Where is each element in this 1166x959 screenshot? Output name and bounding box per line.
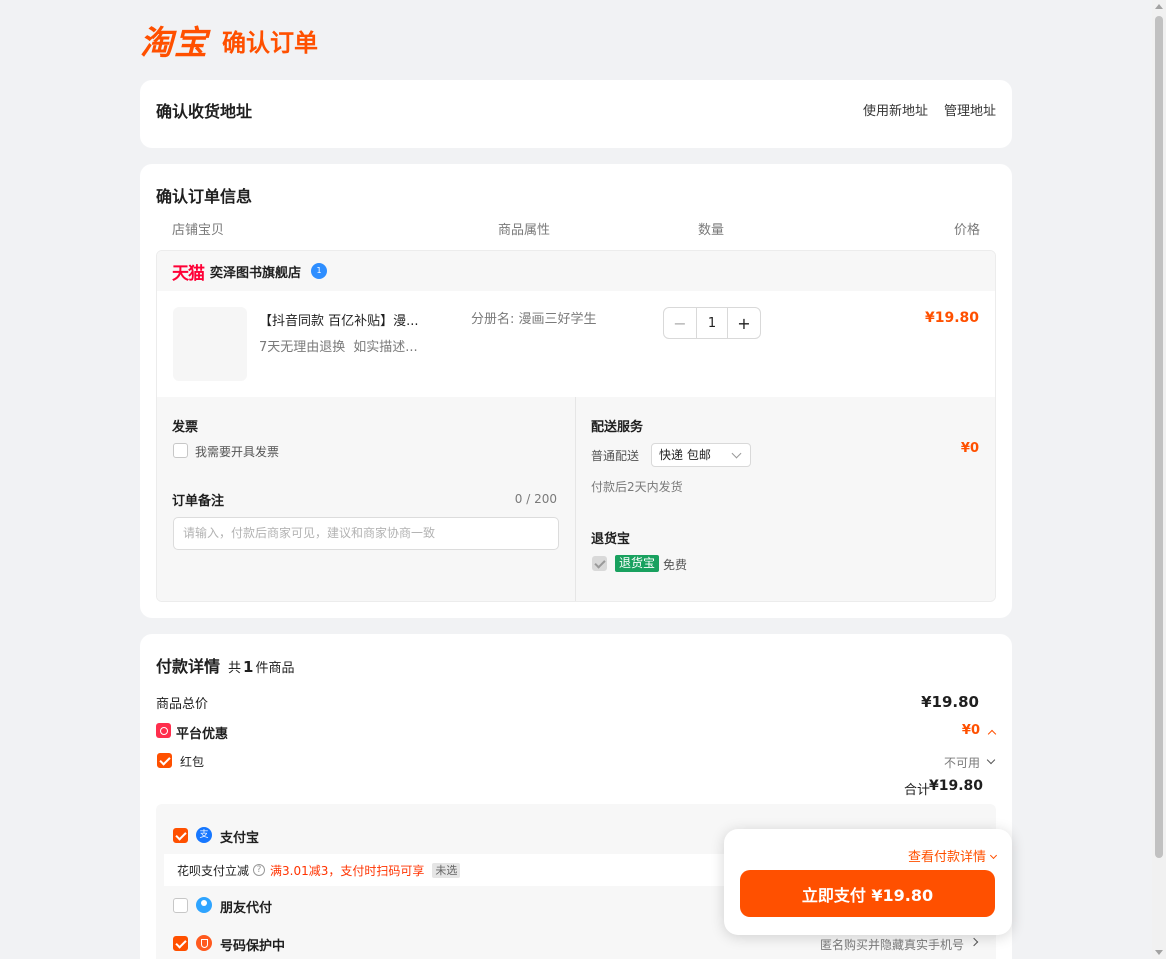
shop-name[interactable]: 奕泽图书旗舰店 bbox=[210, 262, 301, 281]
delivery-method-select[interactable]: 快递 包邮 bbox=[651, 443, 751, 467]
page-title: 确认订单 bbox=[222, 28, 318, 57]
order-item-row: 【抖音同款 百亿补贴】漫... 7天无理由退换 如实描述... 分册名: 漫画三好… bbox=[157, 291, 995, 397]
alipay-checkbox[interactable] bbox=[173, 828, 188, 843]
payment-header: 付款详情 共 1 件商品 bbox=[156, 653, 294, 677]
view-payment-details-label: 查看付款详情 bbox=[907, 850, 986, 865]
chevron-up-icon[interactable] bbox=[987, 729, 997, 739]
manage-address-link[interactable]: 管理地址 bbox=[944, 100, 996, 119]
service-return-policy: 7天无理由退换 bbox=[259, 340, 346, 355]
huabei-promo-text: 满3.01减3，支付时扫码可享 bbox=[270, 863, 425, 878]
red-packet-checkbox[interactable] bbox=[157, 753, 172, 768]
number-protect-label: 号码保护中 bbox=[220, 939, 286, 954]
red-packet-status[interactable]: 不可用 bbox=[944, 754, 980, 771]
total-label: 合计 bbox=[903, 783, 930, 798]
platform-discount-label: 平台优惠 bbox=[176, 727, 229, 742]
item-count-value: 1 bbox=[243, 658, 254, 676]
coupon-icon bbox=[156, 723, 171, 738]
scroll-down-icon[interactable] bbox=[1155, 950, 1163, 955]
quantity-stepper: − 1 + bbox=[663, 307, 761, 339]
item-count-suffix: 件商品 bbox=[255, 661, 295, 676]
product-price: ¥19.80 bbox=[924, 310, 979, 326]
column-header-shop-item: 店铺宝贝 bbox=[172, 223, 225, 238]
return-insurance-label: 退货宝 bbox=[591, 532, 631, 547]
view-payment-details-link[interactable]: 查看付款详情 bbox=[907, 846, 998, 865]
item-count-prefix: 共 bbox=[228, 661, 242, 676]
return-insurance-price: 免费 bbox=[663, 558, 688, 572]
total-value: ¥19.80 bbox=[928, 778, 983, 794]
column-header-quantity: 数量 bbox=[698, 223, 725, 238]
subtotal-label: 商品总价 bbox=[156, 697, 209, 712]
subtotal-value: ¥19.80 bbox=[921, 693, 979, 711]
header: 淘宝 确认订单 bbox=[140, 18, 318, 62]
order-note-input[interactable]: 请输入，付款后商家可见，建议和商家协商一致 bbox=[173, 517, 559, 550]
order-info-title: 确认订单信息 bbox=[156, 187, 253, 206]
pay-now-button[interactable]: 立即支付 ¥19.80 bbox=[740, 870, 995, 917]
friend-pay-checkbox[interactable] bbox=[173, 898, 188, 913]
friend-pay-label[interactable]: 朋友代付 bbox=[220, 897, 272, 916]
shop-order-box: 天猫 奕泽图书旗舰店 【抖音同款 百亿补贴】漫... 7天无理由退换如实描述..… bbox=[156, 250, 996, 602]
order-note-label: 订单备注 bbox=[172, 494, 225, 509]
increase-quantity-button[interactable]: + bbox=[728, 308, 760, 338]
use-new-address-link[interactable]: 使用新地址 bbox=[863, 100, 928, 119]
platform-discount-value[interactable]: ¥0 bbox=[962, 723, 980, 738]
delivery-type: 普通配送 bbox=[591, 449, 640, 463]
order-extras: 发票 我需要开具发票 订单备注 0 / 200 请输入，付款后商家可见，建议和商… bbox=[157, 397, 995, 601]
order-info-card: 确认订单信息 店铺宝贝 商品属性 数量 价格 天猫 奕泽图书旗舰店 【抖音同款 … bbox=[140, 164, 1012, 618]
shield-icon bbox=[196, 935, 212, 951]
alipay-label[interactable]: 支付宝 bbox=[220, 827, 259, 846]
red-packet-label: 红包 bbox=[180, 755, 205, 769]
payment-title: 付款详情 bbox=[156, 657, 221, 676]
address-card: 确认收货地址 使用新地址 管理地址 bbox=[140, 80, 1012, 148]
invoice-checkbox[interactable] bbox=[173, 443, 188, 458]
taobao-logo[interactable]: 淘宝 bbox=[140, 16, 208, 64]
invoice-checkbox-label: 我需要开具发票 bbox=[195, 445, 280, 459]
chevron-down-icon bbox=[731, 448, 742, 459]
huabei-promo-row[interactable]: 花呗支付立减 ? 满3.01减3，支付时扫码可享 未选 bbox=[164, 854, 754, 886]
chevron-down-icon bbox=[989, 851, 998, 860]
delivery-label: 配送服务 bbox=[591, 420, 644, 435]
service-description-match: 如实描述... bbox=[353, 340, 418, 355]
scroll-up-icon[interactable] bbox=[1155, 4, 1163, 9]
alipay-icon bbox=[196, 827, 212, 843]
help-icon[interactable]: ? bbox=[253, 864, 266, 876]
address-actions: 使用新地址 管理地址 bbox=[863, 100, 996, 119]
address-title: 确认收货地址 bbox=[156, 102, 253, 121]
tmall-logo: 天猫 bbox=[172, 263, 205, 284]
return-insurance-checkbox bbox=[592, 556, 607, 571]
delivery-eta: 付款后2天内发货 bbox=[591, 480, 683, 494]
item-count: 共 1 件商品 bbox=[228, 657, 294, 676]
huabei-label: 花呗支付立减 bbox=[177, 863, 250, 878]
invoice-label: 发票 bbox=[172, 420, 199, 435]
extras-divider bbox=[575, 397, 576, 601]
delivery-method-value: 快递 包邮 bbox=[659, 448, 711, 462]
product-thumbnail[interactable] bbox=[173, 307, 247, 381]
product-attribute: 分册名: 漫画三好学生 bbox=[471, 312, 597, 327]
column-header-price: 价格 bbox=[953, 223, 980, 238]
friend-pay-icon bbox=[196, 897, 212, 913]
delivery-fee: ¥0 bbox=[960, 441, 979, 456]
number-protect-desc[interactable]: 匿名购买并隐藏真实手机号 bbox=[820, 936, 964, 953]
chevron-right-icon[interactable] bbox=[969, 937, 979, 947]
floating-pay-panel: 查看付款详情 立即支付 ¥19.80 bbox=[724, 829, 1012, 935]
return-insurance-tag: 退货宝 bbox=[615, 555, 660, 572]
shop-level-badge-icon bbox=[311, 263, 328, 279]
huabei-status-tag: 未选 bbox=[432, 862, 461, 878]
page-scrollbar[interactable] bbox=[1152, 0, 1166, 959]
order-note-counter: 0 / 200 bbox=[514, 492, 557, 506]
shop-header: 天猫 奕泽图书旗舰店 bbox=[157, 251, 995, 291]
number-protect-checkbox[interactable] bbox=[173, 936, 188, 951]
scrollbar-thumb[interactable] bbox=[1155, 16, 1163, 858]
chevron-down-icon[interactable] bbox=[986, 755, 996, 765]
quantity-value[interactable]: 1 bbox=[696, 308, 728, 338]
product-services: 7天无理由退换 如实描述... bbox=[259, 336, 418, 355]
product-title[interactable]: 【抖音同款 百亿补贴】漫... bbox=[259, 310, 439, 329]
column-header-attributes: 商品属性 bbox=[498, 223, 551, 238]
decrease-quantity-button[interactable]: − bbox=[664, 308, 696, 338]
